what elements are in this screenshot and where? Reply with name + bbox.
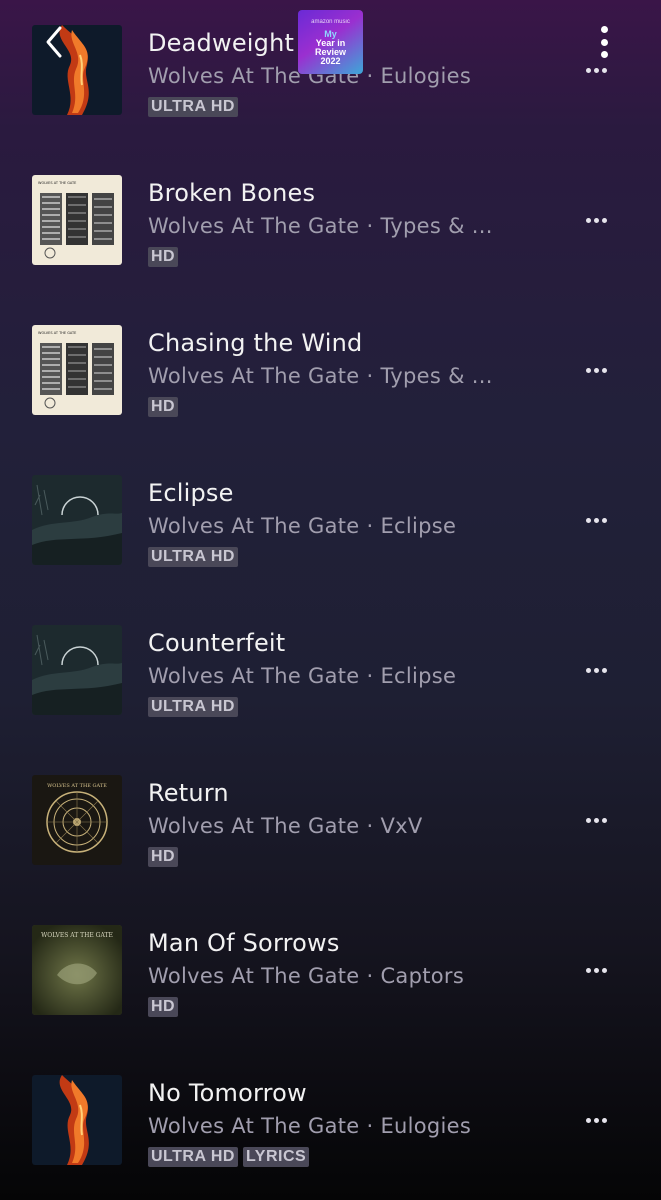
vertical-dots-icon-dot	[600, 51, 608, 58]
track-title: Counterfeit	[148, 629, 286, 657]
track-title: Broken Bones	[148, 179, 316, 207]
album-cover: WOLVES AT THE GATE	[32, 925, 122, 1015]
track-subtitle: Wolves At The Gate · VxV	[148, 814, 423, 838]
quality-badge: ULTRA HD	[148, 1147, 238, 1167]
track-subtitle: Wolves At The Gate · Eclipse	[148, 514, 457, 538]
track-title: Eclipse	[148, 479, 234, 507]
track-row[interactable]: WOLVES AT THE GATE Return Wolves At The …	[0, 750, 661, 900]
quality-badges: HD	[148, 997, 179, 1017]
header-menu-button[interactable]	[592, 26, 616, 58]
more-options-icon[interactable]	[578, 357, 614, 383]
quality-badges: HD	[148, 847, 179, 867]
more-options-icon[interactable]	[578, 807, 614, 833]
back-button[interactable]	[36, 22, 76, 62]
vertical-dots-icon-dot	[600, 38, 608, 46]
quality-badges: ULTRA HD	[148, 97, 238, 117]
track-subtitle: Wolves At The Gate · Types & ...	[148, 214, 493, 238]
more-options-icon[interactable]	[578, 1107, 614, 1133]
more-options-icon[interactable]	[578, 657, 614, 683]
track-row[interactable]: WOLVES AT THE GATE Chasing the Wind Wolv…	[0, 300, 661, 450]
more-options-icon[interactable]	[578, 57, 614, 83]
vertical-dots-icon	[600, 26, 608, 33]
album-cover	[32, 625, 122, 715]
track-row[interactable]: WOLVES AT THE GATE Man Of Sorrows Wolves…	[0, 900, 661, 1050]
quality-badge: HD	[148, 997, 179, 1017]
lyrics-badge: LYRICS	[242, 1147, 310, 1167]
quality-badge: HD	[148, 847, 179, 867]
chevron-left-icon	[46, 26, 62, 58]
quality-badges: ULTRA HD	[148, 547, 238, 567]
track-row[interactable]: No Tomorrow Wolves At The Gate · Eulogie…	[0, 1050, 661, 1200]
quality-badge: ULTRA HD	[148, 697, 238, 717]
quality-badges: HD	[148, 397, 179, 417]
quality-badges: HD	[148, 247, 179, 267]
cover-band-text: WOLVES AT THE GATE	[38, 331, 76, 335]
album-cover: WOLVES AT THE GATE	[32, 775, 122, 865]
cover-band-text: WOLVES AT THE GATE	[47, 783, 107, 789]
brand-text: amazon music	[311, 19, 350, 25]
track-row[interactable]: WOLVES AT THE GATE Broken Bones Wolves A…	[0, 150, 661, 300]
track-subtitle: Wolves At The Gate · Types & ...	[148, 364, 493, 388]
more-options-icon[interactable]	[578, 957, 614, 983]
quality-badges: ULTRA HD	[148, 697, 238, 717]
album-cover	[32, 475, 122, 565]
year-in-review-line: 2022	[320, 56, 341, 66]
track-subtitle: Wolves At The Gate · Captors	[148, 964, 465, 988]
album-cover: WOLVES AT THE GATE	[32, 175, 122, 265]
quality-badge: HD	[148, 397, 179, 417]
more-options-icon[interactable]	[578, 507, 614, 533]
track-subtitle: Wolves At The Gate · Eulogies	[148, 1114, 472, 1138]
quality-badge: HD	[148, 247, 179, 267]
track-title: Return	[148, 779, 229, 807]
track-row[interactable]: Eclipse Wolves At The Gate · Eclipse ULT…	[0, 450, 661, 600]
track-title: Man Of Sorrows	[148, 929, 340, 957]
album-cover: WOLVES AT THE GATE	[32, 325, 122, 415]
track-row[interactable]: Counterfeit Wolves At The Gate · Eclipse…	[0, 600, 661, 750]
quality-badge: ULTRA HD	[148, 547, 238, 567]
track-title: No Tomorrow	[148, 1079, 307, 1107]
track-title: Deadweight	[148, 29, 295, 57]
album-cover	[32, 1075, 122, 1165]
quality-badges: ULTRA HD LYRICS	[148, 1147, 310, 1167]
year-in-review-button[interactable]: amazon music My Year in Review 2022	[298, 10, 363, 74]
more-options-icon[interactable]	[578, 207, 614, 233]
cover-band-text: WOLVES AT THE GATE	[38, 181, 76, 185]
quality-badge: ULTRA HD	[148, 97, 238, 117]
track-title: Chasing the Wind	[148, 329, 363, 357]
track-subtitle: Wolves At The Gate · Eclipse	[148, 664, 457, 688]
cover-band-text: WOLVES AT THE GATE	[41, 932, 113, 939]
